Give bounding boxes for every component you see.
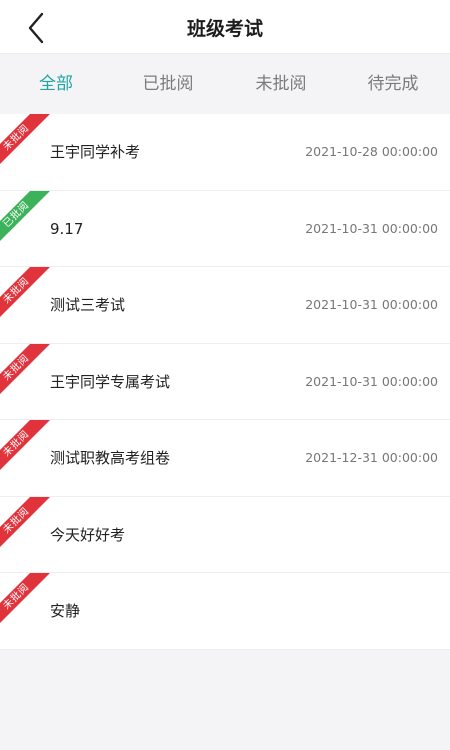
status-ribbon: 未批阅: [0, 420, 50, 470]
exam-date: 2021-10-31 00:00:00: [305, 373, 438, 389]
exam-row[interactable]: 未批阅 测试三考试 2021-10-31 00:00:00: [0, 267, 450, 344]
exam-row[interactable]: 未批阅 王宇同学专属考试 2021-10-31 00:00:00: [0, 343, 450, 420]
exam-name: 测试三考试: [50, 296, 126, 314]
exam-name: 王宇同学专属考试: [50, 372, 171, 391]
tab-all[interactable]: 全部: [0, 55, 112, 113]
exam-name: 9.17: [50, 219, 84, 238]
exam-row[interactable]: 已批阅 9.17 2021-10-31 00:00:00: [0, 190, 450, 267]
exam-date: 2021-10-31 00:00:00: [305, 220, 438, 236]
exam-date: 2021-10-31 00:00:00: [305, 297, 438, 312]
exam-row[interactable]: 未批阅 安静: [0, 573, 450, 650]
status-ribbon: 未批阅: [0, 267, 50, 317]
app-header: 班级考试: [0, 0, 450, 54]
status-ribbon: 未批阅: [0, 496, 50, 547]
exam-name: 今天好好考: [50, 525, 126, 544]
tab-unreviewed[interactable]: 未批阅: [225, 55, 337, 113]
status-ribbon: 未批阅: [0, 114, 50, 164]
status-ribbon: 未批阅: [0, 343, 50, 394]
tab-reviewed[interactable]: 已批阅: [112, 55, 224, 113]
exam-row[interactable]: 未批阅 今天好好考: [0, 496, 450, 573]
exam-date: 2021-10-28 00:00:00: [305, 144, 438, 159]
exam-date: 2021-12-31 00:00:00: [305, 450, 438, 465]
page-title: 班级考试: [186, 18, 263, 40]
exam-row[interactable]: 未批阅 王宇同学补考 2021-10-28 00:00:00: [0, 114, 450, 191]
tab-pending[interactable]: 待完成: [337, 55, 449, 113]
exam-row[interactable]: 未批阅 测试职教高考组卷 2021-12-31 00:00:00: [0, 420, 450, 497]
exam-name: 安静: [50, 602, 81, 620]
exam-list: 未批阅 王宇同学补考 2021-10-28 00:00:00 已批阅 9.17 …: [0, 114, 450, 650]
filter-tabs: 全部 已批阅 未批阅 待完成: [0, 55, 450, 113]
exam-name: 测试职教高考组卷: [50, 449, 171, 467]
status-ribbon: 已批阅: [0, 190, 50, 241]
status-ribbon: 未批阅: [0, 573, 50, 623]
exam-name: 王宇同学补考: [50, 143, 141, 161]
